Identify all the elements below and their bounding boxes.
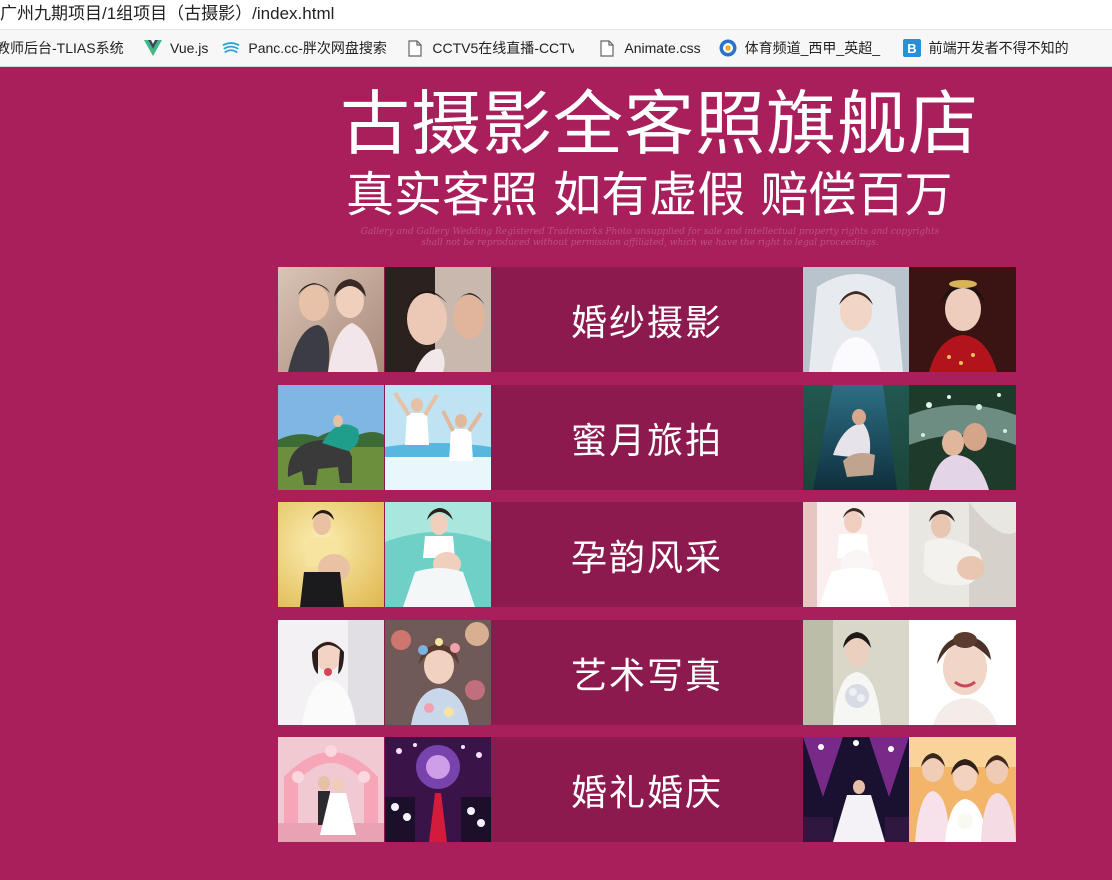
sports-icon	[719, 39, 737, 57]
svg-text:B: B	[907, 41, 916, 56]
bookmark-label: Vue.js	[170, 40, 209, 56]
category-row-maternity[interactable]: 孕韵风采	[278, 502, 1016, 607]
waterfall-couple-photo	[909, 385, 1016, 490]
portrait-white-room-photo	[278, 620, 384, 725]
bridesmaids-photo	[909, 737, 1016, 842]
category-title: 婚礼婚庆	[570, 772, 723, 814]
category-row-ceremony[interactable]: 婚礼婚庆	[278, 737, 1016, 842]
maternity-teal-photo	[385, 502, 491, 607]
bookmarks-bar: 教师后台-TLIAS系统 Vue.js Panc.cc-胖次网盘搜索 CCTV5…	[0, 30, 1112, 67]
bookmark-sports[interactable]: 体育频道_西甲_英超_	[713, 30, 893, 66]
page-icon	[598, 39, 616, 57]
address-text: 广州九期项目/1组项目（古摄影）/index.html	[0, 4, 335, 23]
portrait-flower-photo	[385, 620, 491, 725]
category-title: 艺术写真	[570, 655, 723, 697]
page-icon	[406, 39, 424, 57]
underwater-couple-photo	[803, 385, 909, 490]
category-row-wedding[interactable]: 婚纱摄影	[278, 267, 1016, 372]
category-row-honeymoon[interactable]: 蜜月旅拍	[278, 385, 1016, 490]
vue-icon	[144, 39, 162, 57]
portrait-girl-photo	[803, 620, 909, 725]
bookmark-label: 体育频道_西甲_英超_	[744, 40, 880, 56]
banner-fine-print: Gallery and Gallery Wedding Registered T…	[360, 227, 940, 248]
bing-icon: B	[902, 39, 921, 57]
bookmark-label: Animate.css	[624, 40, 701, 56]
bookmark-label: 教师后台-TLIAS系统	[0, 40, 124, 56]
bookmark-vue[interactable]: Vue.js	[138, 30, 214, 66]
category-title: 孕韵风采	[570, 537, 723, 579]
maternity-yellow-photo	[278, 502, 384, 607]
page-content: 古摄影全客照旗舰店 真实客照 如有虚假 赔偿百万 Gallery and Gal…	[0, 67, 1112, 880]
bookmark-frontend[interactable]: B 前端开发者不得不知的	[897, 30, 1085, 66]
category-row-portrait[interactable]: 艺术写真	[278, 620, 1016, 725]
category-title: 婚纱摄影	[570, 302, 723, 344]
address-bar[interactable]: 广州九期项目/1组项目（古摄影）/index.html	[0, 0, 1112, 30]
maternity-white-photo	[803, 502, 909, 607]
panc-icon	[222, 39, 240, 57]
portrait-smile-photo	[909, 620, 1016, 725]
bookmark-panc[interactable]: Panc.cc-胖次网盘搜索	[216, 30, 396, 66]
bookmark-label: Panc.cc-胖次网盘搜索	[248, 40, 387, 56]
bookmark-label: 前端开发者不得不知的	[928, 40, 1069, 56]
bookmark-label: CCTV5在线直播-CCTV	[432, 40, 575, 56]
wedding-bride-groom-photo	[385, 267, 491, 372]
wedding-couple-photo	[278, 267, 384, 372]
banner-slogan: 真实客照 如有虚假 赔偿百万	[346, 167, 953, 223]
beach-jump-photo	[385, 385, 491, 490]
bookmark-animate[interactable]: Animate.css	[592, 30, 706, 66]
banner-title: 古摄影全客照旗舰店	[340, 83, 979, 165]
wedding-stage-photo	[803, 737, 909, 842]
bride-veil-photo	[803, 267, 909, 372]
wedding-hall-photo	[385, 737, 491, 842]
category-title: 蜜月旅拍	[570, 420, 723, 462]
maternity-sofa-photo	[909, 502, 1016, 607]
wedding-arch-photo	[278, 737, 384, 842]
bookmark-cctv5[interactable]: CCTV5在线直播-CCTV	[400, 30, 580, 66]
bookmark-tlias[interactable]: 教师后台-TLIAS系统	[0, 30, 130, 66]
bride-red-dress-photo	[909, 267, 1016, 372]
elephant-ride-photo	[278, 385, 384, 490]
